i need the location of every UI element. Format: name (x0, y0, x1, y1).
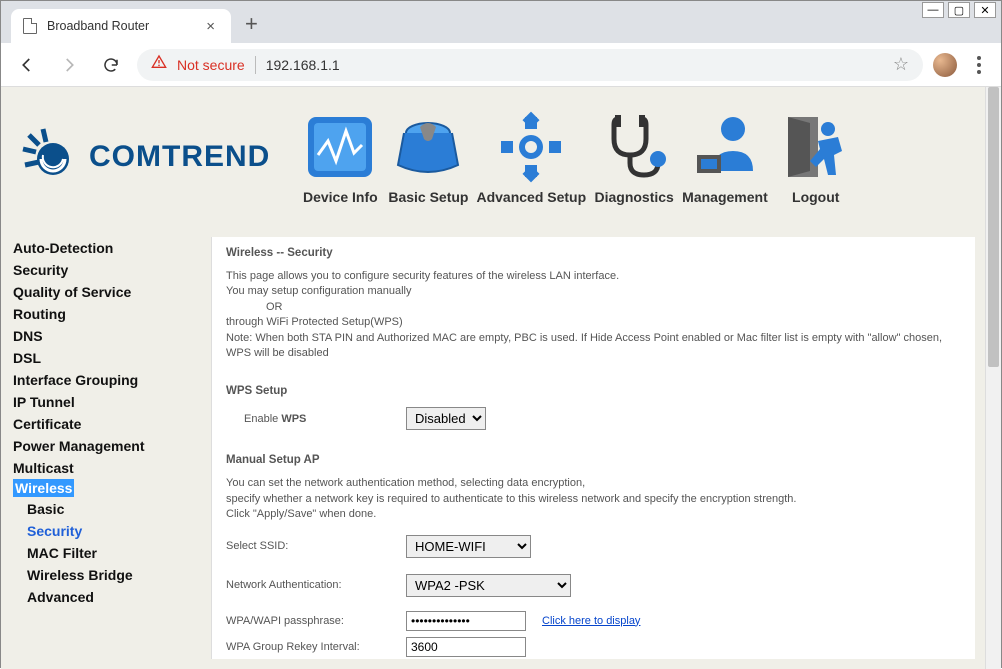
management-icon (685, 109, 765, 185)
basic-setup-icon (388, 109, 468, 185)
sidebar-item-qos[interactable]: Quality of Service (13, 281, 193, 303)
sidebar-sub-security[interactable]: Security (27, 520, 193, 542)
reload-button[interactable] (95, 49, 127, 81)
bookmark-star-icon[interactable]: ☆ (893, 54, 909, 75)
sidebar-sub-mac-filter[interactable]: MAC Filter (27, 542, 193, 564)
passphrase-input[interactable] (406, 611, 526, 631)
passphrase-label: WPA/WAPI passphrase: (226, 615, 406, 627)
device-info-icon (300, 109, 380, 185)
sidebar-item-auto-detection[interactable]: Auto-Detection (13, 237, 193, 259)
url-text: 192.168.1.1 (266, 57, 883, 73)
browser-tab[interactable]: Broadband Router × (11, 9, 231, 43)
profile-avatar[interactable] (933, 53, 957, 77)
security-status: Not secure (177, 57, 245, 73)
wps-section-heading: WPS Setup (226, 385, 961, 397)
logout-icon (776, 109, 856, 185)
enable-wps-label: Enable WPS (226, 413, 406, 425)
brand-logo: COMTREND (21, 127, 270, 187)
main-nav: Device Info Basic Setup Advanced Setup D… (300, 109, 855, 205)
sidebar-item-routing[interactable]: Routing (13, 303, 193, 325)
rekey-label: WPA Group Rekey Interval: (226, 641, 406, 653)
page-icon (23, 18, 37, 34)
nav-device-info[interactable]: Device Info (300, 109, 380, 205)
forward-button[interactable] (53, 49, 85, 81)
sidebar-item-certificate[interactable]: Certificate (13, 413, 193, 435)
nav-logout[interactable]: Logout (776, 109, 856, 205)
back-button[interactable] (11, 49, 43, 81)
enable-wps-select[interactable]: Disabled (406, 407, 486, 430)
window-minimize-button[interactable]: — (922, 2, 944, 18)
auth-select[interactable]: WPA2 -PSK (406, 574, 571, 597)
nav-management[interactable]: Management (682, 109, 768, 205)
tab-title: Broadband Router (47, 19, 192, 33)
router-header: COMTREND Device Info Basic Setup Advance… (1, 87, 985, 227)
nav-advanced-setup[interactable]: Advanced Setup (476, 109, 586, 205)
sidebar-item-dns[interactable]: DNS (13, 325, 193, 347)
sidebar-item-ip-tunnel[interactable]: IP Tunnel (13, 391, 193, 413)
sidebar-sub-wireless-bridge[interactable]: Wireless Bridge (27, 564, 193, 586)
brand-name: COMTREND (89, 140, 270, 174)
browser-tab-bar: Broadband Router × + (1, 1, 1001, 43)
diagnostics-icon (594, 109, 674, 185)
page-title: Wireless -- Security (226, 247, 961, 259)
rekey-input[interactable] (406, 637, 526, 657)
sidebar-item-interface-grouping[interactable]: Interface Grouping (13, 369, 193, 391)
window-controls: — ▢ ✕ (922, 2, 996, 18)
window-close-button[interactable]: ✕ (974, 2, 996, 18)
scrollbar[interactable] (985, 87, 1001, 669)
url-divider (255, 56, 256, 74)
ssid-select[interactable]: HOME-WIFI (406, 535, 531, 558)
intro-text: This page allows you to configure securi… (226, 269, 961, 361)
nav-basic-setup[interactable]: Basic Setup (388, 109, 468, 205)
scrollbar-thumb[interactable] (988, 87, 999, 367)
advanced-setup-icon (491, 109, 571, 185)
manual-section-heading: Manual Setup AP (226, 454, 961, 466)
nav-diagnostics[interactable]: Diagnostics (594, 109, 674, 205)
warning-icon (151, 54, 167, 75)
sidebar-item-security[interactable]: Security (13, 259, 193, 281)
content-area: Wireless -- Security This page allows yo… (211, 237, 975, 659)
auth-label: Network Authentication: (226, 579, 406, 591)
sidebar-item-dsl[interactable]: DSL (13, 347, 193, 369)
sidebar-menu: Auto-Detection Security Quality of Servi… (13, 237, 193, 608)
sidebar-sub-basic[interactable]: Basic (27, 498, 193, 520)
browser-menu-button[interactable] (967, 53, 991, 77)
display-passphrase-link[interactable]: Click here to display (542, 615, 640, 627)
sidebar-item-power-management[interactable]: Power Management (13, 435, 193, 457)
tab-close-icon[interactable]: × (202, 18, 219, 35)
url-bar[interactable]: Not secure 192.168.1.1 ☆ (137, 49, 923, 81)
new-tab-button[interactable]: + (245, 11, 258, 43)
sidebar-item-wireless[interactable]: Wireless (13, 479, 74, 497)
sidebar-sub-advanced[interactable]: Advanced (27, 586, 193, 608)
browser-toolbar: Not secure 192.168.1.1 ☆ (1, 43, 1001, 87)
window-maximize-button[interactable]: ▢ (948, 2, 970, 18)
ssid-label: Select SSID: (226, 540, 406, 552)
sidebar-item-multicast[interactable]: Multicast (13, 457, 193, 479)
brand-logo-icon (21, 127, 81, 187)
